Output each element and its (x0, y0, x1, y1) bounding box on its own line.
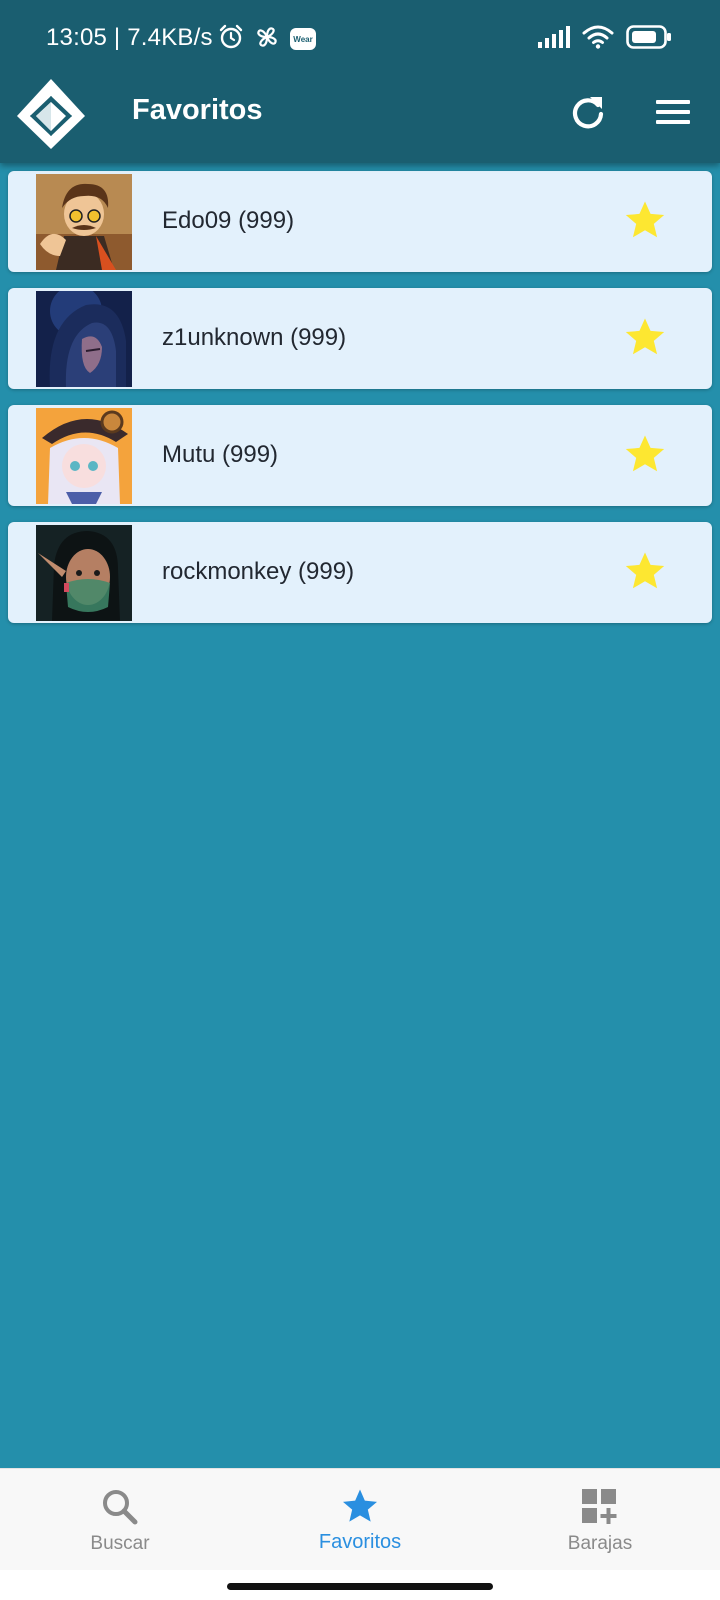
nav-item-favoritos[interactable]: Favoritos (240, 1469, 480, 1571)
home-indicator[interactable] (227, 1583, 493, 1590)
gesture-bar (0, 1570, 720, 1600)
add-deck-icon (580, 1487, 620, 1527)
wifi-icon (582, 25, 614, 54)
wear-icon: Wear (290, 28, 316, 50)
avatar (36, 291, 132, 387)
refresh-button[interactable] (568, 92, 608, 132)
nav-item-buscar[interactable]: Buscar (0, 1469, 240, 1571)
avatar (36, 408, 132, 504)
diamond-logo (14, 76, 88, 152)
star-icon (625, 318, 665, 355)
top-app-bar: 13:05 | 7.4KB/s Wear Favoritos (0, 0, 720, 163)
favorite-star-button[interactable] (622, 549, 668, 595)
refresh-icon (572, 97, 604, 129)
favorite-card[interactable]: Mutu (999) (8, 405, 712, 506)
bottom-navigation: Buscar Favoritos Barajas (0, 1468, 720, 1570)
search-icon (100, 1487, 140, 1527)
alarm-icon (218, 24, 244, 55)
signal-icon (538, 25, 570, 53)
avatar (36, 174, 132, 270)
pinwheel-icon (254, 24, 280, 55)
favorite-name: rockmonkey (999) (162, 558, 355, 585)
battery-icon (626, 24, 672, 54)
star-icon (625, 435, 665, 472)
favorite-name: Edo09 (999) (162, 207, 295, 234)
status-time: 13:05 | 7.4KB/s (46, 24, 213, 51)
nav-label: Favoritos (318, 1531, 402, 1553)
nav-item-barajas[interactable]: Barajas (480, 1469, 720, 1571)
favorite-card[interactable]: rockmonkey (999) (8, 522, 712, 623)
favorite-star-button[interactable] (622, 432, 668, 478)
favorite-star-button[interactable] (622, 198, 668, 244)
status-icons-left: Wear (218, 24, 316, 54)
nav-label: Barajas (567, 1533, 633, 1554)
nav-label: Buscar (90, 1533, 150, 1554)
favorite-card[interactable]: z1unknown (999) (8, 288, 712, 389)
favorite-card[interactable]: Edo09 (999) (8, 171, 712, 272)
avatar (36, 525, 132, 621)
status-bar: 13:05 | 7.4KB/s Wear (0, 0, 720, 80)
star-icon (340, 1487, 380, 1527)
menu-button[interactable] (654, 94, 694, 130)
menu-icon (656, 100, 690, 124)
favorite-name: Mutu (999) (162, 441, 279, 468)
page-title: Favoritos (132, 94, 263, 126)
favorite-star-button[interactable] (622, 315, 668, 361)
favorite-name: z1unknown (999) (162, 324, 347, 351)
app-bar: Favoritos (0, 72, 720, 162)
star-icon (625, 201, 665, 238)
status-icons-right (538, 24, 672, 54)
favorites-list: Edo09 (999) z1unknown (999) Mutu (999) r… (8, 171, 712, 639)
star-icon (625, 552, 665, 589)
